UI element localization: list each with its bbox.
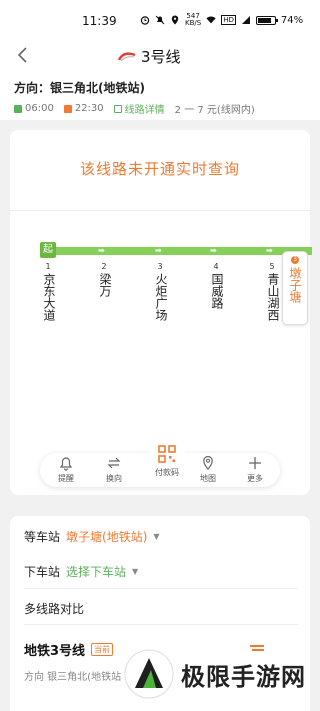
stop-number: 1 <box>45 262 51 271</box>
route-map-card: 该线路未开通实时查询 起 ➡ ➡ ➡ ➡ 1 京东大道 2 梁万 3 火炬广场 … <box>10 130 312 495</box>
qr-code-icon <box>158 445 176 463</box>
map-pin-icon <box>203 455 213 470</box>
last-bus-icon <box>63 104 72 113</box>
watermark: 极限手游网 <box>123 640 313 708</box>
route-logo-icon <box>118 51 136 61</box>
route-meta: 06:00 22:30 线路详情 2 一 7 元(线网内) <box>14 101 306 116</box>
stop-name: 梁万 <box>98 273 112 297</box>
location-icon <box>171 15 179 25</box>
stop-name: 国威路 <box>210 273 224 309</box>
waiting-stop-value: 墩子塘(地铁站) <box>66 530 148 544</box>
first-bus-icon <box>14 104 22 113</box>
waiting-stop-row[interactable]: 等车站 墩子塘(地铁站) ▼ <box>24 528 160 545</box>
details-icon <box>113 104 122 113</box>
direction-arrow-icon: ➡ <box>266 246 273 255</box>
route-info: 方向：银三角北(地铁站) 06:00 22:30 线路详情 2 一 7 元(线网… <box>0 76 320 120</box>
reverse-label: 换向 <box>106 474 122 483</box>
map-label: 地图 <box>200 474 216 483</box>
stop-item[interactable]: 2 梁万 <box>97 262 112 297</box>
bell-icon <box>59 457 73 471</box>
net-speed: 547 KB/S <box>185 12 202 27</box>
first-bus: 06:00 <box>14 103 54 114</box>
current-line-badge: 当前 <box>91 643 114 656</box>
alight-stop-label: 下车站 <box>24 565 61 579</box>
multi-line-compare-label: 多线路对比 <box>24 602 85 616</box>
stop-name: 青山湖西 <box>266 273 280 321</box>
stop-item[interactable]: 5 青山湖西 <box>265 262 280 321</box>
battery-icon <box>255 15 278 25</box>
back-button[interactable] <box>16 46 36 68</box>
map-button[interactable]: 地图 <box>188 455 228 484</box>
remind-button[interactable]: 提醒 <box>46 455 86 484</box>
direction-arrow-icon: ➡ <box>155 246 162 255</box>
direction-arrow-icon: ➡ <box>98 246 105 255</box>
caret-down-icon: ▼ <box>153 532 160 541</box>
current-stop-marker[interactable]: 3 墩子塘 <box>282 251 308 325</box>
alarm-icon <box>140 16 150 25</box>
more-button[interactable]: 更多 <box>235 455 275 484</box>
divider <box>24 588 298 589</box>
current-stop-name: 墩子塘 <box>288 267 302 303</box>
header: 3号线 <box>0 40 320 76</box>
reverse-button[interactable]: 换向 <box>94 455 134 484</box>
page-title: 3号线 <box>141 48 181 66</box>
last-bus: 22:30 <box>63 103 104 114</box>
start-tag: 起 <box>40 242 56 258</box>
alight-stop-row[interactable]: 下车站 选择下车站 ▼ <box>24 563 138 580</box>
hd-label: HD <box>221 15 236 25</box>
divider <box>10 210 310 211</box>
line-name: 地铁3号线 <box>24 644 86 659</box>
current-stop-badge: 3 <box>291 256 299 264</box>
caret-down-icon: ▼ <box>132 567 139 576</box>
alight-stop-value: 选择下车站 <box>66 565 127 579</box>
signal-icon <box>241 16 250 24</box>
status-time: 11:39 <box>82 14 117 28</box>
watermark-logo-icon <box>124 649 174 699</box>
realtime-notice: 该线路未开通实时查询 <box>79 160 240 178</box>
wifi-icon <box>206 16 216 24</box>
status-bar: 11:39 547 KB/S HD 74% <box>0 0 320 40</box>
pay-code-label: 付款码 <box>155 468 179 477</box>
action-toolbar: 提醒 换向 付款码 地图 更多 <box>40 441 280 487</box>
pay-code-button[interactable]: 付款码 <box>147 441 187 485</box>
stop-number: 5 <box>269 262 275 271</box>
multi-line-compare-row[interactable]: 多线路对比 <box>24 600 84 617</box>
remind-label: 提醒 <box>58 474 74 483</box>
waiting-stop-label: 等车站 <box>24 530 61 544</box>
divider <box>24 624 298 625</box>
chevron-left-icon <box>17 47 27 63</box>
swap-icon <box>107 457 121 469</box>
status-icons: 547 KB/S HD 74% <box>140 13 303 27</box>
watermark-text: 极限手游网 <box>181 662 306 691</box>
plus-icon <box>249 457 261 469</box>
direction-arrow-icon: ➡ <box>210 246 217 255</box>
stop-item[interactable]: 4 国威路 <box>209 262 224 309</box>
route-direction: 方向：银三角北(地铁站) <box>14 81 145 95</box>
stop-item[interactable]: 1 京东大道 <box>41 262 56 321</box>
line-title[interactable]: 地铁3号线 当前 <box>24 640 114 659</box>
stop-name: 京东大道 <box>42 273 56 321</box>
stop-name: 火炬广场 <box>154 273 168 321</box>
stop-item[interactable]: 3 火炬广场 <box>153 262 168 321</box>
route-details-link[interactable]: 线路详情 <box>113 101 165 116</box>
stop-number: 2 <box>101 262 107 271</box>
stop-number: 3 <box>157 262 163 271</box>
mute-icon <box>155 15 165 25</box>
stop-number: 4 <box>213 262 219 271</box>
fare-text: 2 一 7 元(线网内) <box>174 105 255 116</box>
more-label: 更多 <box>247 474 263 483</box>
line-direction: 方向 银三角北(地铁站 <box>24 672 122 683</box>
header-title-wrap: 3号线 <box>118 46 181 67</box>
battery-level: 74% <box>280 14 304 26</box>
